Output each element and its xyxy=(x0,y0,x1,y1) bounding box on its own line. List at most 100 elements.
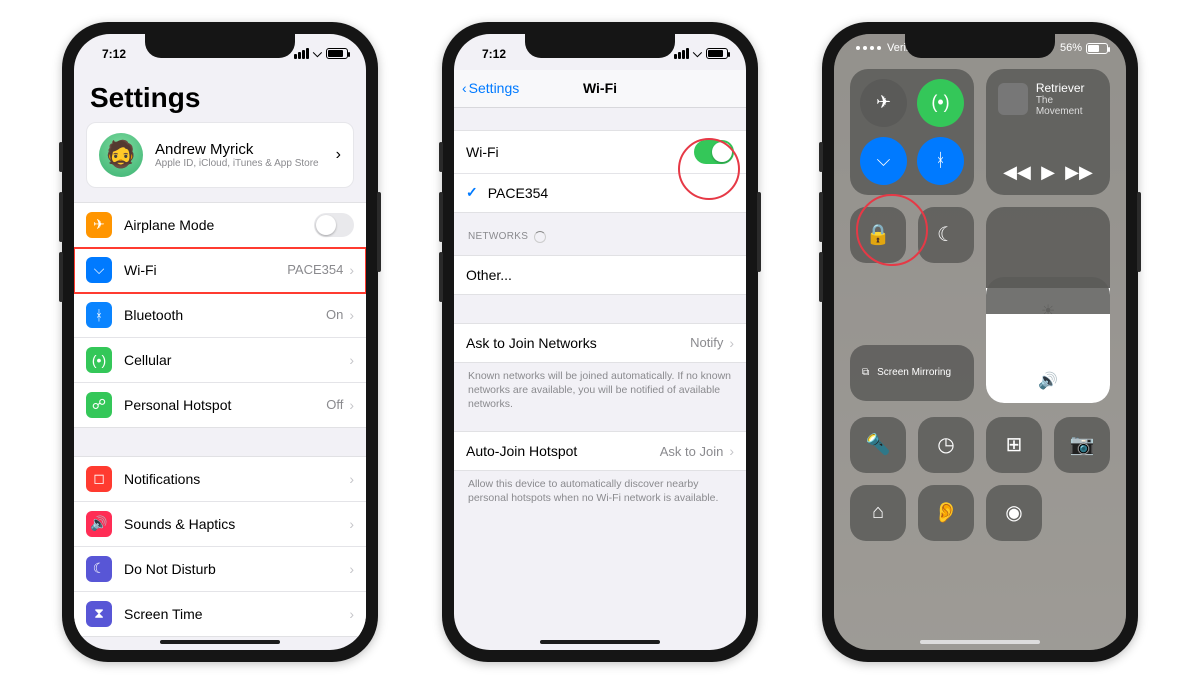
other-network-row[interactable]: Other... xyxy=(454,256,746,294)
hearing-button[interactable]: 👂 xyxy=(918,485,974,541)
row-label: Do Not Disturb xyxy=(124,561,349,577)
row-value: On xyxy=(326,307,343,322)
settings-row-personal-hotspot[interactable]: ☍Personal HotspotOff› xyxy=(74,383,366,427)
nav-title: Wi-Fi xyxy=(583,80,617,96)
timer-button[interactable]: ◷ xyxy=(918,417,974,473)
camera-button[interactable]: 📷 xyxy=(1054,417,1110,473)
track-title: Retriever xyxy=(1036,81,1098,95)
chevron-right-icon: › xyxy=(349,606,354,622)
settings-row-cellular[interactable]: (•) Cellular› xyxy=(74,338,366,383)
play-button[interactable]: ▶ xyxy=(1041,162,1055,183)
personal-hotspot-icon: ☍ xyxy=(86,392,112,418)
chevron-right-icon: › xyxy=(729,443,734,459)
settings-row-wi-fi[interactable]: ⌵ Wi-FiPACE354 › xyxy=(74,248,366,293)
wifi-toggle[interactable]: ⌵ xyxy=(860,137,907,185)
row-label: Cellular xyxy=(124,352,349,368)
page-title: Settings xyxy=(74,70,366,122)
wi-fi-icon: ⌵ xyxy=(86,257,112,283)
settings-group-1: ✈ Airplane Mode ⌵ Wi-FiPACE354 › ᚼ BluetoothOn… xyxy=(74,202,366,428)
cellular-icon: (•) xyxy=(86,347,112,373)
prev-track-button[interactable]: ◀◀ xyxy=(1003,162,1031,183)
settings-row-notifications[interactable]: ◻ Notifications› xyxy=(74,457,366,502)
row-label: Bluetooth xyxy=(124,307,326,323)
battery-percent: 56% xyxy=(1060,42,1082,54)
chevron-right-icon: › xyxy=(349,262,354,278)
settings-group-2: ◻Notifications›🔊Sounds & Haptics›☾Do Not… xyxy=(74,456,366,637)
settings-row-bluetooth[interactable]: ᚼ BluetoothOn › xyxy=(74,293,366,338)
chevron-right-icon: › xyxy=(349,352,354,368)
music-tile[interactable]: Retriever The Movement ◀◀ ▶ ▶▶ xyxy=(986,69,1110,195)
row-label: Screen Time xyxy=(124,606,349,622)
row-label: Airplane Mode xyxy=(124,217,314,233)
avatar: 🧔 xyxy=(99,133,143,177)
chevron-right-icon: › xyxy=(349,516,354,532)
profile-subtitle: Apple ID, iCloud, iTunes & App Store xyxy=(155,158,336,169)
row-label: Sounds & Haptics xyxy=(124,516,349,532)
chevron-right-icon: › xyxy=(349,397,354,413)
iphone-wifi-detail: 7:12 ⌵ ‹Settings Wi-Fi Wi-Fi ✓ PACE354 N… xyxy=(442,22,758,662)
chevron-right-icon: › xyxy=(336,146,341,164)
back-button[interactable]: ‹Settings xyxy=(462,80,519,96)
cellular-dots-icon xyxy=(856,46,881,50)
chevron-right-icon: › xyxy=(729,335,734,351)
airplane-toggle[interactable] xyxy=(314,213,354,237)
album-art xyxy=(998,83,1028,115)
auto-join-row[interactable]: Auto-Join Hotspot Ask to Join › xyxy=(454,432,746,470)
row-label: Wi-Fi xyxy=(124,262,287,278)
calculator-button[interactable]: ⊞ xyxy=(986,417,1042,473)
notifications-icon: ◻ xyxy=(86,466,112,492)
row-value: Off xyxy=(326,397,343,412)
ask-to-join-row[interactable]: Ask to Join Networks Notify › xyxy=(454,324,746,362)
volume-slider[interactable]: 🔊 xyxy=(986,277,1110,403)
mirror-icon: ⧉ xyxy=(862,367,869,378)
bluetooth-toggle[interactable]: ᚼ xyxy=(917,137,964,185)
iphone-settings: 7:12 ⌵ Settings 🧔 Andrew Myrick Apple ID… xyxy=(62,22,378,662)
wifi-status-icon: ⌵ xyxy=(693,46,702,61)
bluetooth-icon: ᚼ xyxy=(86,302,112,328)
wifi-toggle-row[interactable]: Wi-Fi xyxy=(454,131,746,174)
clock: 7:12 xyxy=(102,47,126,61)
orientation-lock-toggle[interactable]: 🔒 xyxy=(850,207,906,263)
row-value: PACE354 xyxy=(287,262,343,277)
cellular-signal-icon xyxy=(674,48,689,59)
checkmark-icon: ✓ xyxy=(466,184,478,201)
battery-icon xyxy=(326,48,348,59)
cellular-signal-icon xyxy=(294,48,309,59)
iphone-control-center: Verizon ⌵ 56% ✈ (•) ⌵ ᚼ Retriever Th xyxy=(822,22,1138,662)
settings-row-screen-time[interactable]: ⧗ Screen Time› xyxy=(74,592,366,636)
track-artist: The Movement xyxy=(1036,95,1098,117)
navbar: ‹Settings Wi-Fi xyxy=(454,70,746,108)
speaker-icon: 🔊 xyxy=(1038,371,1058,391)
do-not-disturb-toggle[interactable]: ☾ xyxy=(918,207,974,263)
next-track-button[interactable]: ▶▶ xyxy=(1065,162,1093,183)
chevron-left-icon: ‹ xyxy=(462,80,467,96)
settings-row-do-not-disturb[interactable]: ☾ Do Not Disturb› xyxy=(74,547,366,592)
row-label: Notifications xyxy=(124,471,349,487)
do-not-disturb-icon: ☾ xyxy=(86,556,112,582)
flashlight-button[interactable]: 🔦 xyxy=(850,417,906,473)
apple-id-row[interactable]: 🧔 Andrew Myrick Apple ID, iCloud, iTunes… xyxy=(87,123,353,187)
settings-row-airplane-mode[interactable]: ✈ Airplane Mode xyxy=(74,203,366,248)
home-button[interactable]: ⌂ xyxy=(850,485,906,541)
clock: 7:12 xyxy=(482,47,506,61)
chevron-right-icon: › xyxy=(349,561,354,577)
cellular-toggle[interactable]: (•) xyxy=(917,79,964,127)
networks-header: NETWORKS xyxy=(454,213,746,249)
screen-time-icon: ⧗ xyxy=(86,601,112,627)
battery-icon xyxy=(706,48,728,59)
ask-footer: Known networks will be joined automatica… xyxy=(454,363,746,426)
settings-row-sounds-haptics[interactable]: 🔊 Sounds & Haptics› xyxy=(74,502,366,547)
chevron-right-icon: › xyxy=(349,307,354,323)
airplane-mode-icon: ✈ xyxy=(86,212,112,238)
connected-network-row[interactable]: ✓ PACE354 xyxy=(454,174,746,212)
airplane-toggle[interactable]: ✈ xyxy=(860,79,907,127)
chevron-right-icon: › xyxy=(349,471,354,487)
wifi-toggle[interactable] xyxy=(694,140,734,164)
sounds-haptics-icon: 🔊 xyxy=(86,511,112,537)
wifi-status-icon: ⌵ xyxy=(313,46,322,61)
screen-mirroring-button[interactable]: ⧉ Screen Mirroring xyxy=(850,345,974,401)
screen-record-button[interactable]: ◉ xyxy=(986,485,1042,541)
spinner-icon xyxy=(534,231,546,243)
auto-footer: Allow this device to automatically disco… xyxy=(454,471,746,519)
battery-icon xyxy=(1086,43,1108,54)
